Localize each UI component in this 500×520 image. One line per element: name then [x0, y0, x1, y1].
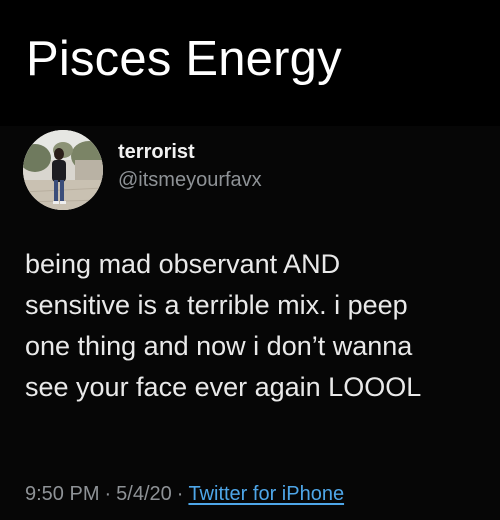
tweet-text-line: sensitive is a terrible mix. i peep [25, 290, 408, 320]
tweet-time[interactable]: 9:50 PM [25, 483, 99, 505]
tweet-meta: 9:50 PM · 5/4/20 · Twitter for iPhone [25, 481, 344, 507]
page: Pisces Energy terrorist @itsmeyourfavx b… [0, 0, 500, 520]
tweet-text-line: see your face ever again LOOOL [25, 372, 422, 402]
banner-title: Pisces Energy [26, 32, 342, 86]
tweet-text-line: being mad observant AND [25, 249, 341, 279]
tweet-text: being mad observant AND sensitive is a t… [25, 244, 487, 408]
meta-separator: · [104, 483, 112, 505]
display-name[interactable]: terrorist [118, 140, 195, 164]
tweet-date[interactable]: 5/4/20 [116, 483, 172, 505]
avatar[interactable] [23, 130, 103, 210]
user-handle[interactable]: @itsmeyourfavx [118, 168, 262, 192]
meta-separator: · [176, 483, 184, 505]
tweet-text-line: one thing and now i don’t wanna [25, 331, 413, 361]
avatar-photo [23, 130, 103, 210]
tweet-source-link[interactable]: Twitter for iPhone [188, 483, 344, 505]
